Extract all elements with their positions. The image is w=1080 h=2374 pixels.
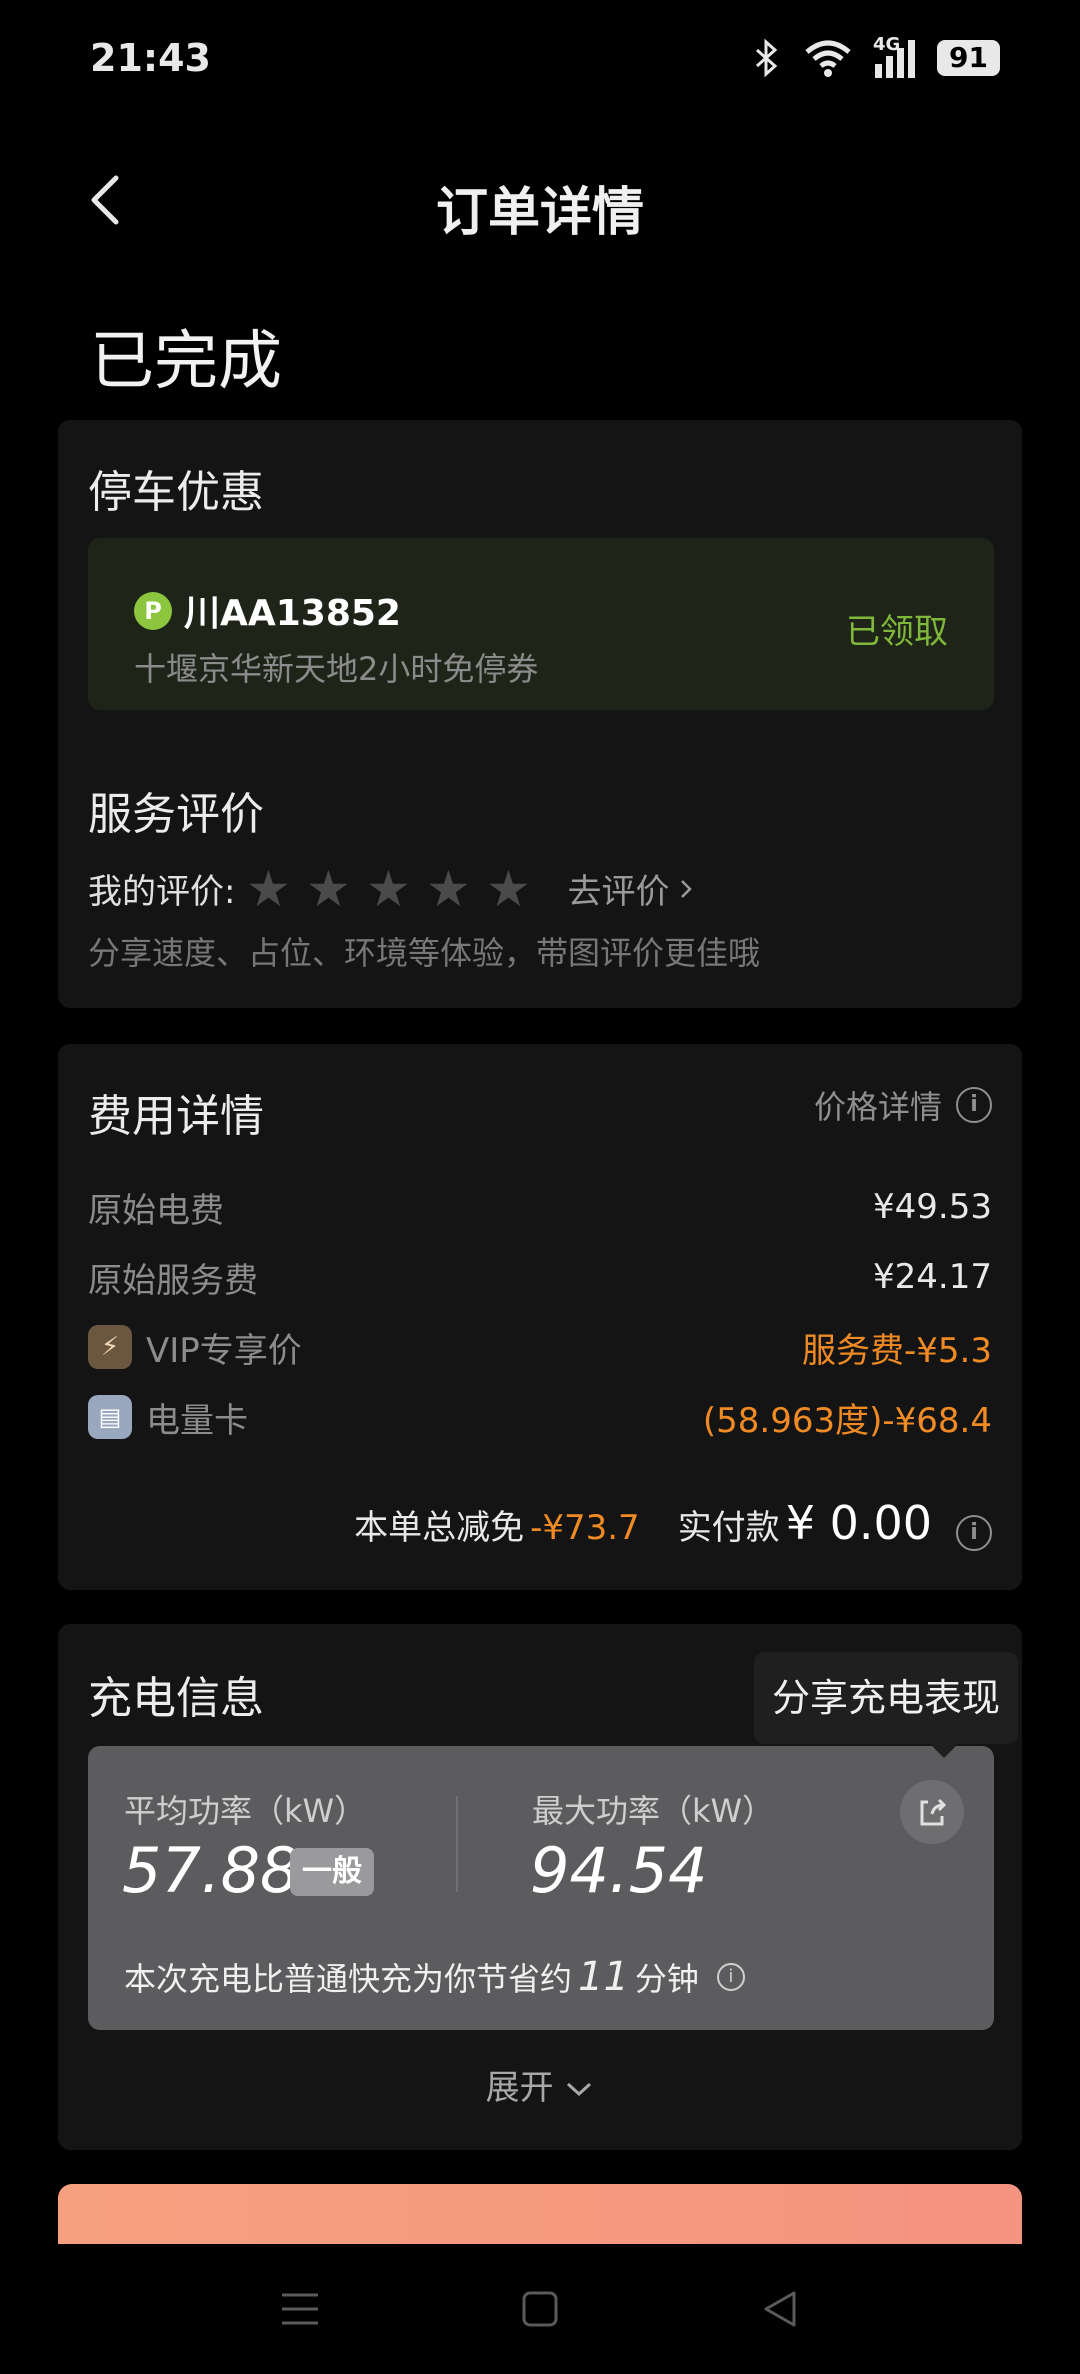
wifi-icon: [805, 40, 851, 77]
menu-button[interactable]: [270, 2279, 330, 2339]
star-icon[interactable]: ★: [425, 864, 471, 914]
fee-card: 费用详情 价格详情 i 原始电费 ¥49.53 原始服务费 ¥24.17 ⚡ V…: [58, 1044, 1022, 1590]
time-saved-minutes: 11: [578, 1954, 629, 2000]
parking-icon: P: [134, 592, 172, 630]
max-power-value: 94.54: [530, 1834, 708, 1907]
fee-label-vip: ⚡ VIP专享价: [88, 1323, 302, 1372]
star-icon[interactable]: ★: [305, 864, 351, 914]
star-rating[interactable]: ★ ★ ★ ★ ★: [245, 864, 531, 914]
star-icon[interactable]: ★: [365, 864, 411, 914]
star-icon[interactable]: ★: [485, 864, 531, 914]
info-icon[interactable]: i: [956, 1515, 992, 1551]
rating-label: 我的评价:: [88, 872, 236, 912]
info-icon[interactable]: i: [716, 1963, 745, 1991]
fee-row-service: 原始服务费 ¥24.17: [88, 1252, 992, 1302]
status-icons: 4G 91: [751, 34, 1000, 78]
share-button[interactable]: [900, 1780, 964, 1844]
fee-row-card: ▤ 电量卡 (58.963度)-¥68.4: [88, 1392, 992, 1442]
price-detail-label: 价格详情: [813, 1088, 942, 1126]
menu-icon: [282, 2293, 318, 2325]
avg-power-label: 平均功率（kW）: [124, 1792, 367, 1830]
rating-section-title: 服务评价: [88, 789, 264, 840]
chevron-right-icon: [681, 879, 693, 898]
time-saved-prefix: 本次充电比普通快充为你节省约: [124, 1960, 573, 1998]
fee-section-title: 费用详情: [88, 1091, 264, 1142]
vip-lightning-icon: ⚡: [88, 1325, 132, 1369]
energy-card-icon: ▤: [88, 1395, 132, 1439]
license-plate: 川AA13852: [184, 593, 401, 634]
fee-value: 服务费-¥5.3: [802, 1330, 992, 1371]
divider: [456, 1796, 458, 1892]
order-status: 已完成: [90, 325, 282, 399]
fee-value: (58.963度)-¥68.4: [702, 1400, 992, 1441]
coupon-description: 十堰京华新天地2小时免停券: [134, 650, 539, 688]
fee-label: 原始服务费: [88, 1260, 258, 1301]
signal-icon: 4G: [873, 34, 916, 78]
home-button[interactable]: [510, 2279, 570, 2339]
parking-coupon[interactable]: P 川AA13852 十堰京华新天地2小时免停券 已领取: [88, 538, 994, 710]
page-title: 订单详情: [435, 183, 644, 243]
fee-total: 本单总减免 -¥73.7 实付款 ¥ 0.00 i: [354, 1496, 992, 1551]
fee-label: 原始电费: [88, 1190, 224, 1231]
fee-value: ¥24.17: [873, 1257, 992, 1297]
fee-label-text: VIP专享价: [146, 1330, 302, 1371]
expand-button[interactable]: 展开: [58, 2060, 1022, 2109]
pay-label: 实付款: [677, 1508, 780, 1548]
time-saved-text: 本次充电比普通快充为你节省约 11 分钟 i: [124, 1954, 745, 2000]
fee-row-electricity: 原始电费 ¥49.53: [88, 1182, 992, 1232]
battery-icon: 91: [937, 40, 1000, 76]
time-saved-suffix: 分钟: [634, 1960, 699, 1998]
go-rate-label: 去评价: [567, 872, 670, 912]
total-discount-label: 本单总减免: [354, 1508, 525, 1548]
parking-section-title: 停车优惠: [88, 467, 264, 518]
coupon-status: 已领取: [846, 612, 948, 652]
home-icon: [522, 2291, 558, 2327]
expand-label: 展开: [485, 2068, 554, 2108]
go-rate-link[interactable]: 去评价: [567, 864, 693, 913]
triangle-back-icon: [764, 2291, 796, 2327]
promo-banner[interactable]: [58, 2184, 1022, 2244]
nav-bar: 订单详情: [0, 150, 1080, 250]
rating-row: 我的评价: ★ ★ ★ ★ ★ 去评价: [88, 864, 693, 914]
price-detail-link[interactable]: 价格详情 i: [814, 1082, 992, 1128]
info-icon: i: [956, 1087, 992, 1123]
charging-section-title: 充电信息: [88, 1673, 264, 1724]
share-icon: [920, 1798, 947, 1826]
fee-label-text: 电量卡: [146, 1400, 248, 1441]
status-bar: 21:43 4G 91: [0, 0, 1080, 120]
pay-amount: ¥ 0.00: [785, 1496, 932, 1550]
parking-rating-card: 停车优惠 P 川AA13852 十堰京华新天地2小时免停券 已领取 服务评价 我…: [58, 420, 1022, 1008]
power-level-badge: 一般: [290, 1848, 374, 1896]
network-type: 4G: [873, 34, 901, 55]
fee-label-card: ▤ 电量卡: [88, 1393, 248, 1442]
total-discount-value: -¥73.7: [530, 1508, 640, 1548]
star-icon[interactable]: ★: [245, 864, 291, 914]
rating-hint: 分享速度、占位、环境等体验，带图评价更佳哦: [88, 934, 761, 972]
back-button[interactable]: [750, 2279, 810, 2339]
fee-value: ¥49.53: [873, 1187, 992, 1227]
fee-row-vip: ⚡ VIP专享价 服务费-¥5.3: [88, 1322, 992, 1372]
system-nav-bar: [0, 2244, 1080, 2374]
chevron-down-icon: [567, 2082, 592, 2097]
bluetooth-icon: [756, 38, 778, 78]
power-box: 平均功率（kW） 57.88 一般 最大功率（kW） 94.54 本次充电比普通…: [88, 1746, 994, 2030]
avg-power-value: 57.88: [122, 1834, 300, 1907]
max-power-label: 最大功率（kW）: [532, 1792, 775, 1830]
status-time: 21:43: [90, 36, 211, 80]
share-tooltip[interactable]: 分享充电表现: [754, 1652, 1018, 1758]
